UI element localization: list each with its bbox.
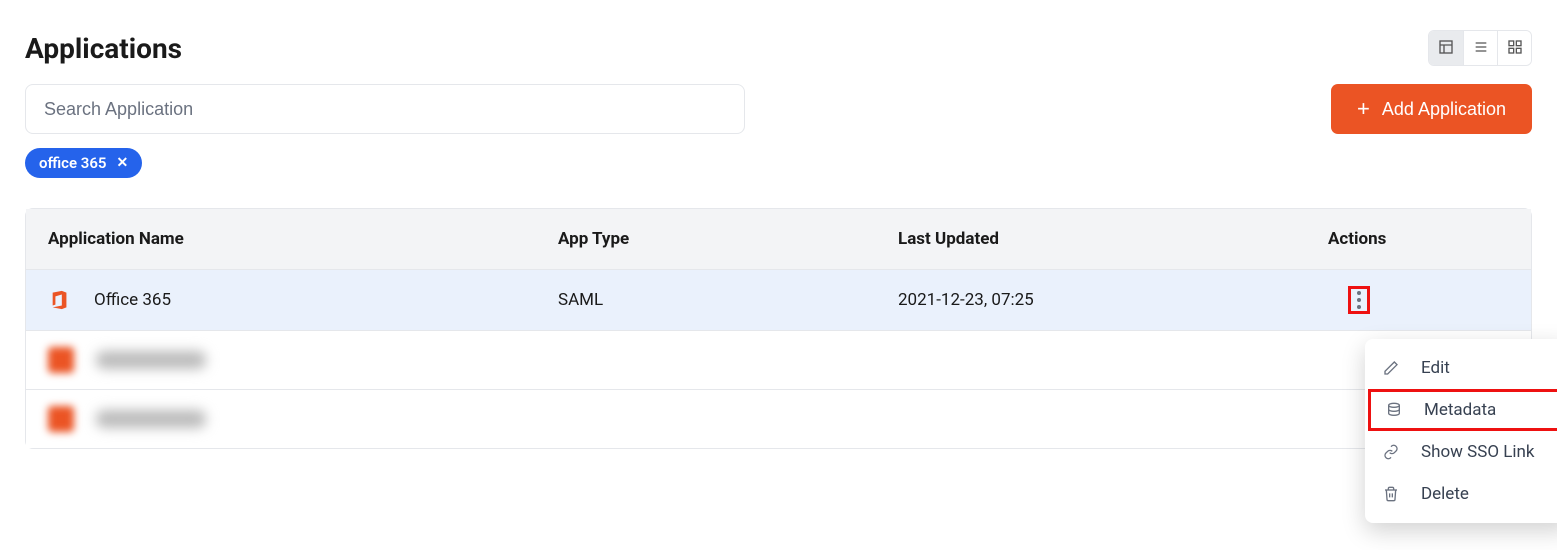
column-header-updated: Last Updated [898, 229, 1328, 249]
add-button-label: Add Application [1382, 99, 1506, 120]
dropdown-label: Show SSO Link [1421, 442, 1535, 462]
table-row[interactable]: Office 365 SAML 2021-12-23, 07:25 [26, 269, 1531, 330]
table-header: Application Name App Type Last Updated A… [26, 209, 1531, 269]
applications-table: Application Name App Type Last Updated A… [25, 208, 1532, 449]
filter-chip[interactable]: office 365 ✕ [25, 148, 142, 178]
app-icon [48, 347, 74, 373]
column-header-type: App Type [558, 229, 898, 249]
dropdown-item-sso[interactable]: Show SSO Link [1365, 431, 1557, 473]
actions-dropdown: Edit Metadata Show SSO Link Delete [1365, 339, 1557, 523]
dropdown-item-metadata[interactable]: Metadata [1368, 389, 1557, 431]
column-header-name: Application Name [48, 229, 558, 249]
app-name: Office 365 [94, 290, 171, 310]
app-type: SAML [558, 290, 898, 310]
row-actions-menu-button[interactable] [1348, 286, 1370, 314]
close-icon[interactable]: ✕ [117, 155, 129, 171]
pencil-icon [1383, 360, 1401, 376]
table-row [26, 330, 1531, 389]
list-view-button[interactable] [1463, 31, 1497, 65]
dropdown-label: Metadata [1424, 400, 1496, 420]
list-icon [1473, 39, 1489, 58]
dropdown-label: Delete [1421, 484, 1469, 504]
kebab-icon [1357, 291, 1361, 295]
view-toggle-group [1428, 30, 1532, 66]
page-title: Applications [25, 32, 182, 65]
last-updated: 2021-12-23, 07:25 [898, 290, 1328, 310]
add-application-button[interactable]: + Add Application [1331, 84, 1532, 134]
grid-icon [1507, 39, 1523, 58]
trash-icon [1383, 486, 1401, 502]
dropdown-item-delete[interactable]: Delete [1365, 473, 1557, 515]
table-view-button[interactable] [1429, 31, 1463, 65]
dropdown-item-edit[interactable]: Edit [1365, 347, 1557, 389]
column-header-actions: Actions [1328, 229, 1509, 249]
database-icon [1386, 402, 1404, 418]
table-layout-icon [1438, 39, 1454, 58]
office-365-icon [48, 288, 72, 312]
grid-view-button[interactable] [1497, 31, 1531, 65]
plus-icon: + [1357, 98, 1370, 120]
redacted-text [96, 351, 206, 369]
dropdown-label: Edit [1421, 358, 1450, 378]
kebab-icon [1357, 298, 1361, 302]
kebab-icon [1357, 305, 1361, 309]
search-input[interactable] [25, 84, 745, 134]
link-icon [1383, 444, 1401, 460]
filter-chip-label: office 365 [39, 154, 107, 172]
table-row [26, 389, 1531, 448]
app-icon [48, 406, 74, 432]
redacted-text [96, 410, 206, 428]
